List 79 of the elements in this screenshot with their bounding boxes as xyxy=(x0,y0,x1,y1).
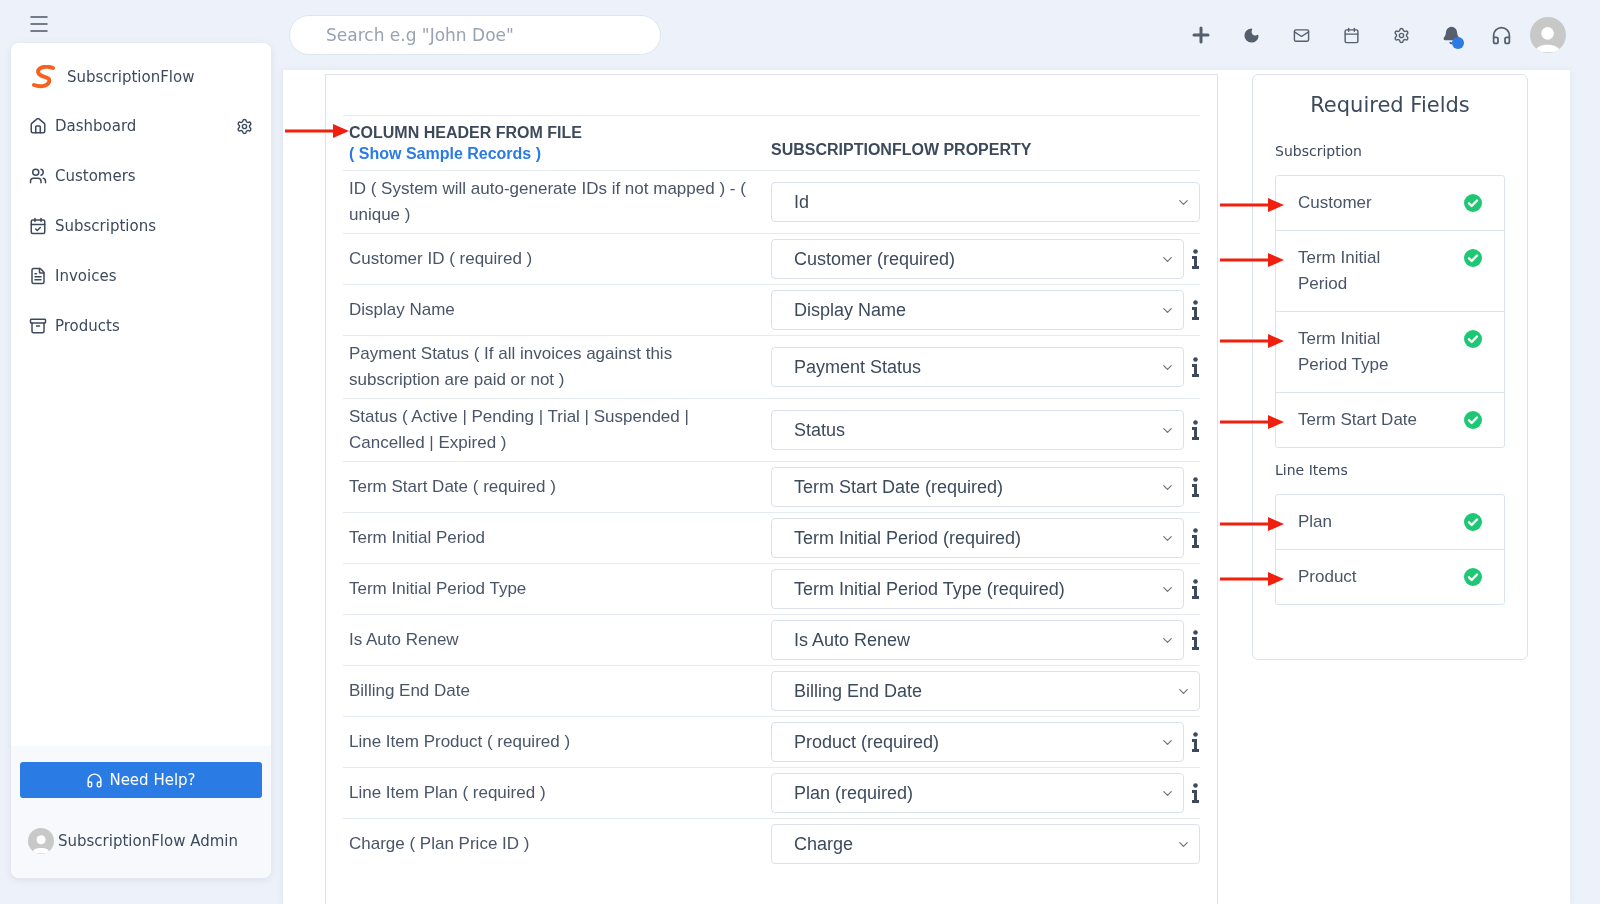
settings-icon[interactable] xyxy=(1392,26,1410,44)
nav-item[interactable]: Dashboard xyxy=(11,101,271,151)
headset-icon[interactable] xyxy=(1490,24,1512,46)
moon-icon[interactable] xyxy=(1242,26,1260,44)
property-select[interactable]: Charge xyxy=(771,824,1200,864)
field-label: Status ( Active | Pending | Trial | Suspended | Cancelled | Expired ) xyxy=(349,407,689,452)
archive-icon xyxy=(29,317,47,335)
property-select[interactable]: Product (required) xyxy=(771,722,1184,762)
arrow-icon xyxy=(1220,572,1284,586)
nav-item[interactable]: Subscriptions xyxy=(11,201,271,251)
nav-item[interactable]: Customers xyxy=(11,151,271,201)
nav-item[interactable]: Invoices xyxy=(11,251,271,301)
property-select[interactable]: Term Initial Period Type (required) xyxy=(771,569,1184,609)
field-label: Line Item Plan ( required ) xyxy=(349,783,546,802)
field-label: Customer ID ( required ) xyxy=(349,249,533,268)
arrow-icon xyxy=(1220,198,1284,212)
field-label: Term Initial Period xyxy=(349,528,486,547)
column-header: COLUMN HEADER FROM FILE ( Show Sample Records ) xyxy=(349,124,582,162)
property-select[interactable]: Plan (required) xyxy=(771,773,1184,813)
info-icon[interactable] xyxy=(1191,528,1200,548)
property-select[interactable]: Display Name xyxy=(771,290,1184,330)
field-label: Term Start Date ( required ) xyxy=(349,477,556,496)
field-label: Is Auto Renew xyxy=(349,630,459,649)
property-select[interactable]: Id xyxy=(771,182,1200,222)
required-field-label: Product xyxy=(1298,566,1358,588)
field-label: Payment Status ( If all invoices against this subscription are paid or not ) xyxy=(349,344,673,389)
property-select[interactable]: Term Initial Period (required) xyxy=(771,518,1184,558)
document-icon xyxy=(29,267,47,285)
arrow-icon xyxy=(1220,334,1284,348)
info-icon[interactable] xyxy=(1191,357,1200,377)
field-label: ID ( System will auto-generate IDs if not mapped ) - ( unique ) xyxy=(349,179,746,224)
help-button[interactable]: Need Help? xyxy=(20,762,262,798)
property-select[interactable]: Payment Status xyxy=(771,347,1184,387)
sample-records-link[interactable]: ( Show Sample Records ) xyxy=(349,145,542,162)
property-select[interactable]: Is Auto Renew xyxy=(771,620,1184,660)
calendar-check-icon xyxy=(29,217,47,235)
arrow-icon xyxy=(1220,415,1284,429)
info-icon[interactable] xyxy=(1191,477,1200,497)
info-icon[interactable] xyxy=(1191,420,1200,440)
search-field[interactable]: Search e.g "John Doe" xyxy=(289,15,661,55)
field-label: Term Initial Period Type xyxy=(349,579,527,598)
property-select[interactable]: Customer (required) xyxy=(771,239,1184,279)
info-icon[interactable] xyxy=(1191,630,1200,650)
info-icon[interactable] xyxy=(1191,732,1200,752)
group-heading: Subscription xyxy=(1275,143,1363,159)
required-field-label: Plan xyxy=(1298,511,1334,533)
field-label: Charge ( Plan Price ID ) xyxy=(349,834,530,853)
mail-icon[interactable] xyxy=(1292,26,1310,44)
user-name: SubscriptionFlow Admin xyxy=(58,832,238,850)
info-icon[interactable] xyxy=(1191,783,1200,803)
group-heading: Line Items xyxy=(1275,462,1349,478)
property-select[interactable]: Status xyxy=(771,410,1184,450)
required-field-label: Customer xyxy=(1298,192,1373,214)
headset-icon xyxy=(86,771,104,789)
field-label: Line Item Product ( required ) xyxy=(349,732,571,751)
person-silhouette xyxy=(31,833,51,854)
home-icon xyxy=(29,117,47,135)
column-header: SUBSCRIPTIONFLOW PROPERTY xyxy=(771,140,1032,159)
calendar-icon[interactable] xyxy=(1342,26,1360,44)
required-field-label: Term Initial Period Type xyxy=(1298,328,1390,376)
field-label: Billing End Date xyxy=(349,681,470,700)
users-icon xyxy=(29,167,47,185)
nav-item[interactable]: Products xyxy=(11,301,271,351)
person-silhouette xyxy=(1535,24,1561,53)
info-icon[interactable] xyxy=(1191,300,1200,320)
property-select[interactable]: Billing End Date xyxy=(771,671,1200,711)
field-label: Display Name xyxy=(349,300,455,319)
arrow-icon xyxy=(285,124,349,138)
arrow-icon xyxy=(1220,253,1284,267)
settings-icon[interactable] xyxy=(236,117,253,135)
brand-name: SubscriptionFlow xyxy=(67,68,195,86)
info-icon[interactable] xyxy=(1191,249,1200,269)
arrow-icon xyxy=(1220,517,1284,531)
logo-icon xyxy=(31,65,57,89)
info-icon[interactable] xyxy=(1191,579,1200,599)
required-field-label: Term Initial Period xyxy=(1298,247,1382,295)
required-field-label: Term Start Date xyxy=(1298,409,1418,431)
property-select[interactable]: Term Start Date (required) xyxy=(771,467,1184,507)
card-title: Required Fields xyxy=(1309,93,1471,117)
